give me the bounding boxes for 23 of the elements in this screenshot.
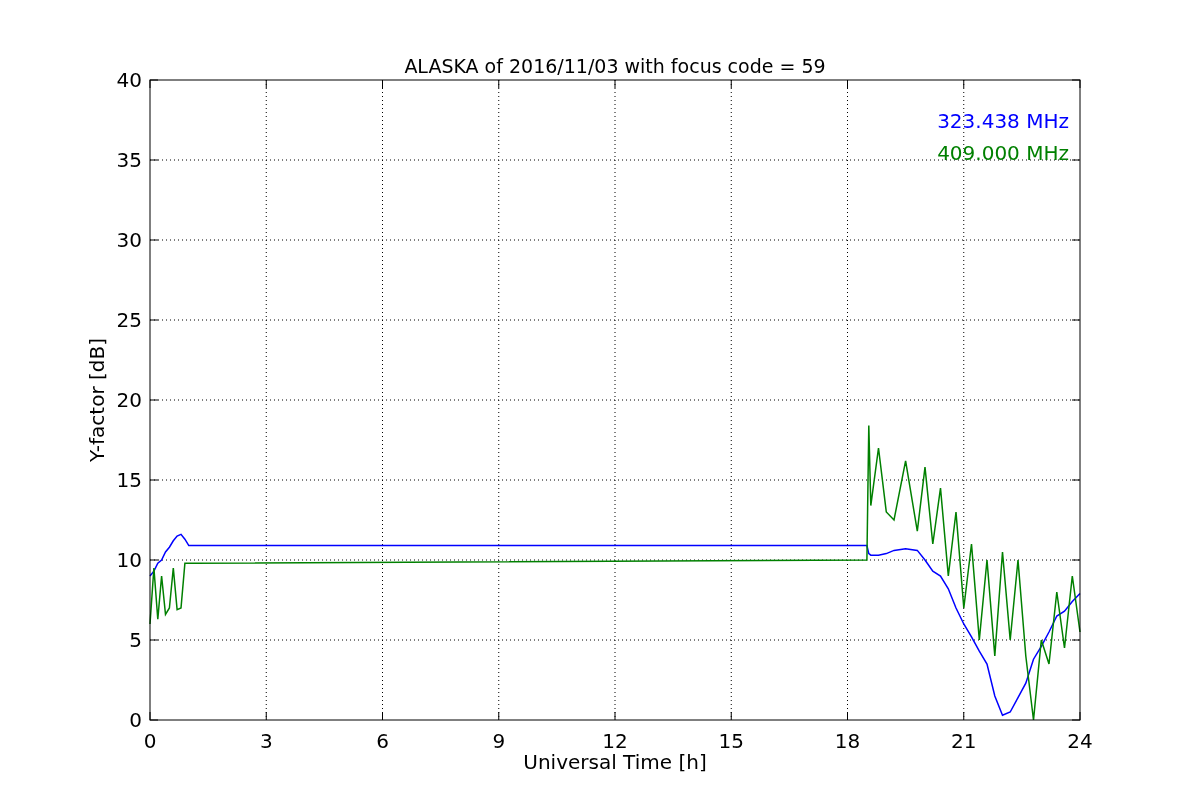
legend-label: 409.000 MHz <box>937 141 1069 165</box>
tick-label: 21 <box>951 729 977 753</box>
chart-title: ALASKA of 2016/11/03 with focus code = 59 <box>404 55 826 77</box>
tick-label: 9 <box>492 729 506 753</box>
tick-label: 3 <box>259 729 273 753</box>
tick-label: 24 <box>1067 729 1093 753</box>
tick-label: 0 <box>143 729 157 753</box>
tick-label: 5 <box>129 628 142 652</box>
tick-label: 35 <box>116 148 142 172</box>
tick-label: 15 <box>718 729 744 753</box>
y-axis-label: Y-factor [dB] <box>85 338 109 462</box>
tick-label: 20 <box>116 388 142 412</box>
tick-label: 10 <box>116 548 142 572</box>
tick-label: 40 <box>116 68 142 92</box>
x-axis-label: Universal Time [h] <box>523 750 707 774</box>
tick-label: 25 <box>116 308 142 332</box>
tick-label: 12 <box>602 729 628 753</box>
tick-label: 0 <box>129 708 142 732</box>
legend-label: 323.438 MHz <box>937 109 1069 133</box>
tick-label: 6 <box>376 729 389 753</box>
tick-label: 15 <box>116 468 142 492</box>
tick-label: 18 <box>834 729 861 753</box>
tick-label: 30 <box>116 228 142 252</box>
